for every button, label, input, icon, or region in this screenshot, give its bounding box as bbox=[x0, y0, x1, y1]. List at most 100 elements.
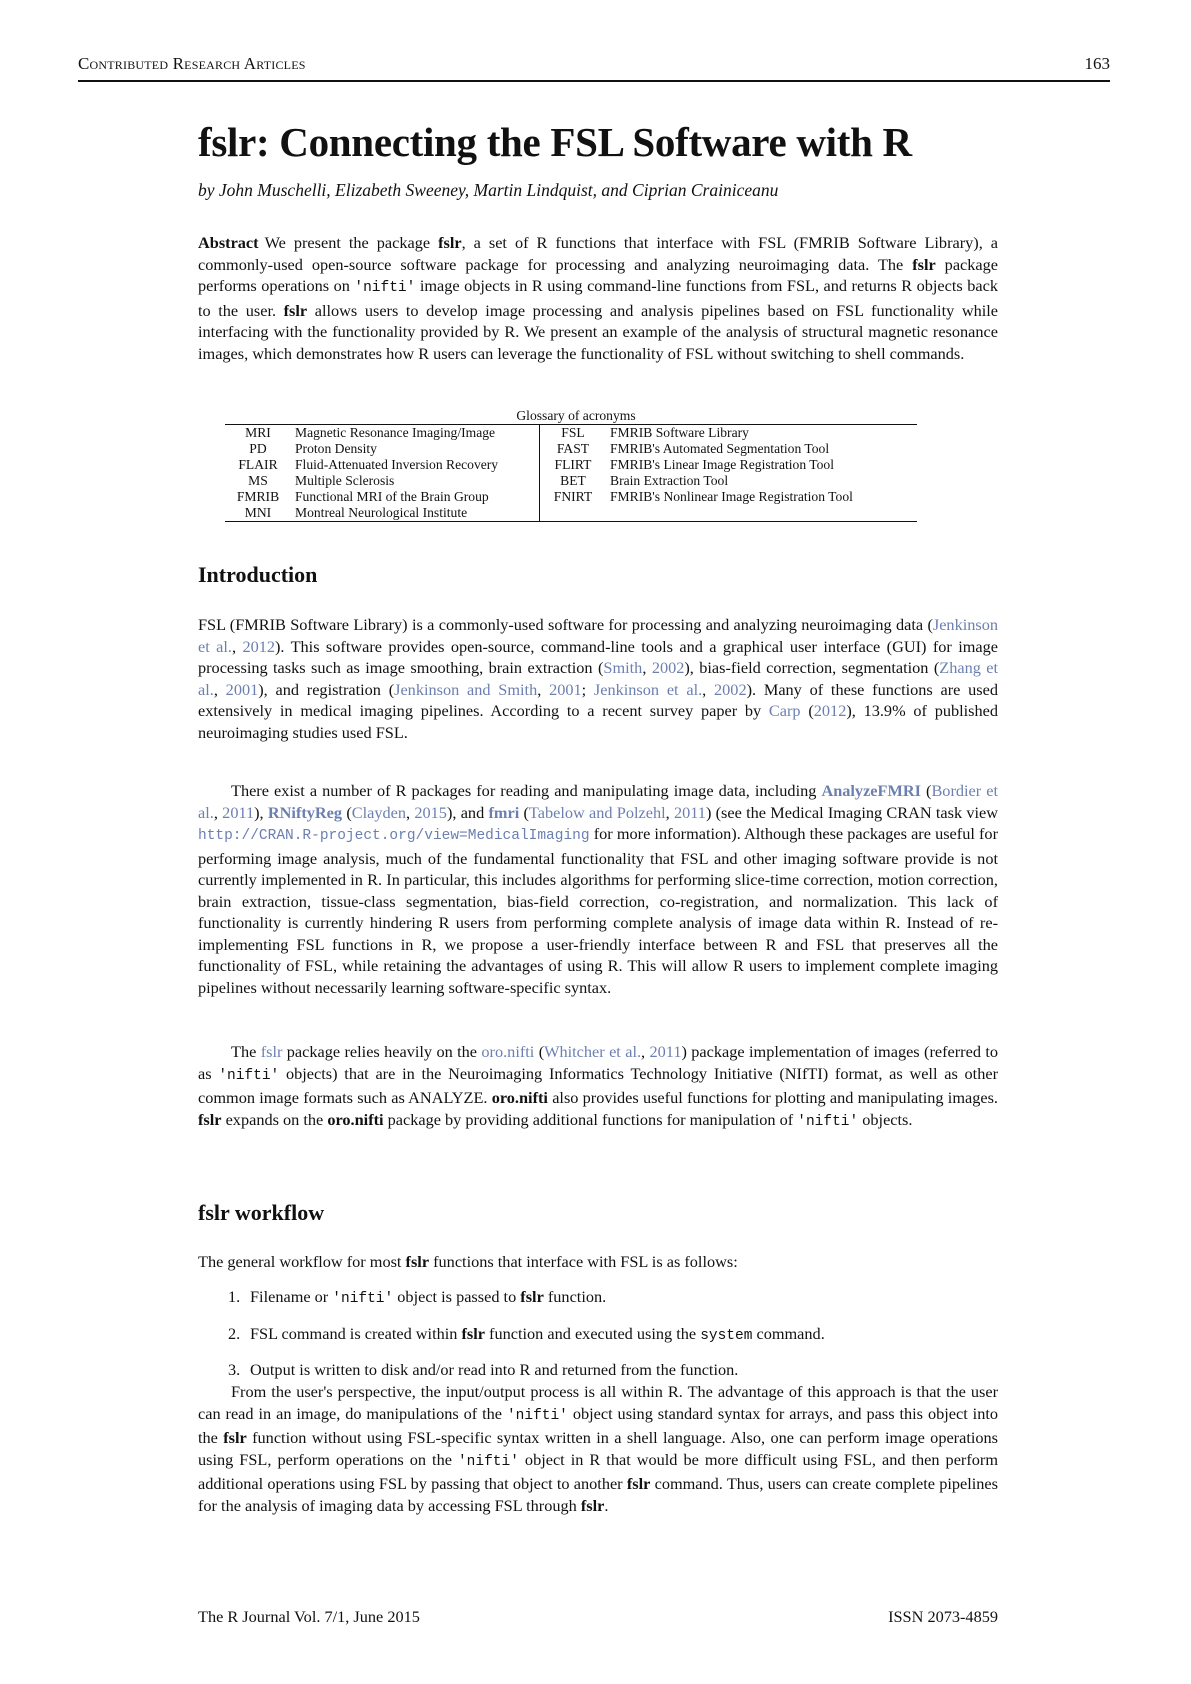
glossary-definition: Proton Density bbox=[295, 441, 377, 456]
citation-link[interactable]: Carp bbox=[769, 701, 801, 720]
citation-year-link[interactable]: 2011 bbox=[650, 1042, 682, 1061]
glossary-row: PD Proton Density FAST FMRIB's Automated Se… bbox=[225, 441, 917, 457]
intro-paragraph-2: There exist a number of R packages for r… bbox=[198, 780, 998, 998]
text: ( bbox=[342, 802, 352, 822]
code-inline: system bbox=[700, 1327, 753, 1344]
glossary-definition: Functional MRI of the Brain Group bbox=[295, 489, 489, 504]
text: , bbox=[537, 679, 550, 699]
glossary-acronym: FNIRT bbox=[539, 489, 606, 505]
workflow-step: 2. FSL command is created within fslr fun… bbox=[228, 1323, 988, 1348]
citation-year-link[interactable]: 2002 bbox=[652, 658, 685, 677]
package-name: fslr bbox=[438, 233, 462, 252]
page-footer: The R Journal Vol. 7/1, June 2015 ISSN 2… bbox=[198, 1607, 998, 1627]
package-name: fslr bbox=[198, 1109, 222, 1129]
text: ( bbox=[519, 802, 529, 822]
text: FSL (FMRIB Software Library) is a common… bbox=[198, 615, 933, 634]
glossary-definition: Magnetic Resonance Imaging/Image bbox=[295, 425, 496, 440]
glossary-definition: FMRIB's Automated Segmentation Tool bbox=[610, 441, 830, 456]
text: . bbox=[604, 1495, 609, 1515]
glossary-acronym: MNI bbox=[244, 505, 272, 520]
workflow-steps-list: 1. Filename or 'nifti' object is passed t… bbox=[228, 1286, 988, 1393]
intro-paragraph-3: The fslr package relies heavily on the o… bbox=[198, 1041, 998, 1133]
package-link-rniftyreg[interactable]: RNiftyReg bbox=[268, 803, 342, 822]
package-link-fslr[interactable]: fslr bbox=[261, 1042, 283, 1061]
package-name: fslr bbox=[223, 1428, 247, 1447]
citation-year-link[interactable]: 2015 bbox=[414, 803, 447, 822]
article-authors: by John Muschelli, Elizabeth Sweeney, Ma… bbox=[198, 180, 779, 200]
text: ) (see the Medical Imaging CRAN task vie… bbox=[705, 802, 999, 822]
citation-year-link[interactable]: 2011 bbox=[222, 803, 254, 822]
glossary-row: MNI Montreal Neurological Institute bbox=[225, 505, 917, 522]
glossary-table: Glossary of acronyms MRI Magnetic Resonan… bbox=[225, 408, 917, 522]
text: functions that interface with FSL is as … bbox=[429, 1252, 738, 1271]
citation-link[interactable]: Smith bbox=[603, 658, 642, 677]
page-number: 163 bbox=[1084, 54, 1111, 73]
glossary-definition: Multiple Sclerosis bbox=[295, 473, 395, 488]
cran-task-view-url[interactable]: http://CRAN.R-project.org/view=MedicalIm… bbox=[198, 828, 590, 844]
code-nifti: 'nifti' bbox=[797, 1113, 859, 1130]
glossary-row: FMRIB Functional MRI of the Brain Group FN… bbox=[225, 489, 917, 505]
journal-info: The R Journal Vol. 7/1, June 2015 bbox=[198, 1607, 420, 1626]
workflow-step: 3. Output is written to disk and/or read … bbox=[228, 1359, 988, 1381]
workflow-paragraph: From the user's perspective, the input/o… bbox=[198, 1381, 998, 1516]
text: , bbox=[642, 658, 652, 677]
text: , bbox=[665, 802, 674, 822]
step-text: Filename or bbox=[250, 1287, 333, 1306]
text: , bbox=[213, 802, 223, 822]
text: ), and registration ( bbox=[258, 679, 395, 699]
citation-year-link[interactable]: 2002 bbox=[714, 680, 747, 699]
glossary-definition: Brain Extraction Tool bbox=[610, 473, 729, 488]
glossary-row: MRI Magnetic Resonance Imaging/Image FSL FM… bbox=[225, 424, 917, 441]
text: ( bbox=[534, 1042, 545, 1061]
package-link-fmri[interactable]: fmri bbox=[488, 803, 519, 822]
citation-year-link[interactable]: 2001 bbox=[226, 680, 259, 699]
text: , bbox=[213, 679, 226, 699]
package-link-oro-nifti[interactable]: oro.nifti bbox=[481, 1042, 534, 1061]
step-text: command. bbox=[752, 1323, 825, 1343]
glossary-acronym: MS bbox=[248, 473, 268, 488]
glossary-acronym: FSL bbox=[539, 424, 606, 441]
issn: ISSN 2073-4859 bbox=[888, 1607, 998, 1626]
citation-link[interactable]: Jenkinson and Smith bbox=[394, 680, 537, 699]
text: ( bbox=[920, 781, 932, 800]
text: for more information). Although these pa… bbox=[198, 824, 998, 997]
step-number: 3. bbox=[228, 1360, 241, 1379]
step-text: function and executed using the bbox=[484, 1323, 701, 1343]
glossary-definition: Fluid-Attenuated Inversion Recovery bbox=[295, 457, 499, 472]
glossary-row: MS Multiple Sclerosis BET Brain Extraction … bbox=[225, 473, 917, 489]
glossary-acronym: FMRIB bbox=[236, 489, 280, 504]
section-heading-introduction: Introduction bbox=[198, 562, 318, 587]
citation-year-link[interactable]: 2001 bbox=[549, 680, 582, 699]
text: , bbox=[231, 636, 243, 656]
citation-year-link[interactable]: 2012 bbox=[814, 701, 847, 720]
package-name: fslr bbox=[520, 1287, 544, 1306]
text: ), and bbox=[446, 802, 489, 822]
text: also provides useful functions for plott… bbox=[547, 1088, 998, 1107]
workflow-step: 1. Filename or 'nifti' object is passed t… bbox=[228, 1286, 988, 1311]
citation-link[interactable]: Tabelow and Polzehl bbox=[529, 803, 666, 822]
citation-year-link[interactable]: 2011 bbox=[674, 803, 706, 822]
package-link-analyzefmri[interactable]: AnalyzeFMRI bbox=[821, 781, 920, 800]
glossary-acronym: BET bbox=[539, 473, 606, 489]
abstract-text: We present the package bbox=[264, 233, 439, 252]
text: objects. bbox=[858, 1109, 913, 1129]
text: ( bbox=[800, 701, 814, 720]
citation-link[interactable]: Clayden bbox=[352, 803, 406, 822]
package-name: fslr bbox=[283, 300, 308, 320]
step-text: object is passed to bbox=[393, 1287, 521, 1306]
glossary-acronym: FAST bbox=[539, 441, 606, 457]
abstract-text: allows users to develop image processing… bbox=[198, 300, 998, 363]
glossary-caption: Glossary of acronyms bbox=[516, 408, 636, 423]
step-text: Output is written to disk and/or read in… bbox=[250, 1360, 739, 1379]
citation-link[interactable]: Jenkinson et al. bbox=[594, 680, 702, 699]
citation-year-link[interactable]: 2012 bbox=[242, 637, 275, 656]
package-name: oro.nifti bbox=[327, 1109, 384, 1129]
text: package by providing additional function… bbox=[383, 1109, 798, 1129]
glossary-definition: Montreal Neurological Institute bbox=[295, 505, 468, 520]
glossary-acronym bbox=[539, 505, 606, 522]
text: The general workflow for most bbox=[198, 1252, 406, 1271]
abstract: Abstract We present the package fslr, a s… bbox=[198, 232, 998, 364]
glossary-acronym: PD bbox=[249, 441, 267, 456]
citation-link[interactable]: Whitcher et al. bbox=[544, 1042, 641, 1061]
running-header: Contributed Research Articles 163 bbox=[78, 52, 1110, 82]
